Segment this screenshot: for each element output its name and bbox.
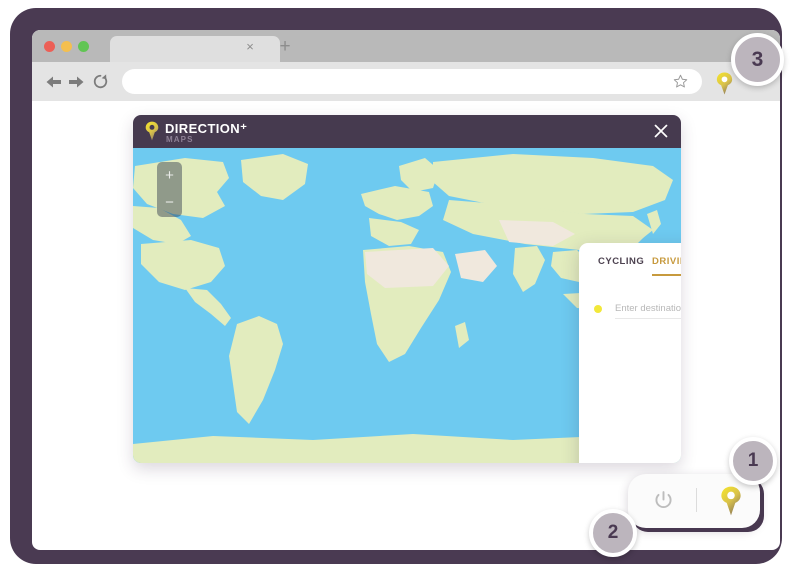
logo-map-pin-icon — [145, 121, 159, 141]
extension-map-pin-icon[interactable] — [716, 72, 733, 95]
tab-close-icon[interactable]: × — [244, 40, 256, 53]
app-logo-subtitle: MAPS — [166, 135, 194, 144]
directions-panel: CYCLING DRIVING WALKING PRINT DIRECTIONS — [579, 243, 681, 463]
app-header: DIRECTION⁺ MAPS — [133, 115, 681, 148]
tab-cycling[interactable]: CYCLING — [598, 256, 644, 274]
destination-input[interactable] — [615, 299, 681, 319]
window-maximize-dot[interactable] — [78, 41, 89, 52]
callout-badge-3: 3 — [731, 33, 784, 86]
directions-list — [579, 328, 681, 463]
widget-map-pin-icon[interactable] — [720, 486, 742, 516]
reload-icon[interactable] — [92, 73, 109, 90]
callout-badge-1: 1 — [729, 437, 777, 485]
browser-tabstrip: × + — [32, 30, 780, 62]
tab-driving[interactable]: DRIVING — [652, 256, 681, 276]
url-input[interactable] — [122, 69, 662, 94]
power-icon[interactable] — [652, 489, 675, 512]
bookmark-star-icon[interactable] — [673, 74, 688, 89]
destination-marker-dot — [594, 305, 602, 313]
browser-window: × + DIRECTION⁺ MAPS + − CYCLING DRIVI En… — [32, 30, 780, 550]
mode-tabs: CYCLING DRIVING WALKING — [579, 256, 681, 282]
map-zoom-out-button[interactable]: − — [157, 189, 182, 216]
app-close-icon[interactable] — [653, 123, 669, 139]
map-zoom-in-button[interactable]: + — [157, 162, 182, 189]
back-arrow-icon[interactable] — [46, 74, 62, 90]
callout-badge-2: 2 — [589, 509, 637, 557]
widget-divider — [696, 488, 697, 512]
window-close-dot[interactable] — [44, 41, 55, 52]
device-frame: × + DIRECTION⁺ MAPS + − CYCLING DRIVI En… — [10, 8, 782, 564]
address-bar[interactable] — [122, 69, 702, 94]
new-tab-icon[interactable]: + — [277, 37, 293, 56]
floating-widget — [628, 474, 760, 528]
window-minimize-dot[interactable] — [61, 41, 72, 52]
forward-arrow-icon[interactable] — [68, 74, 84, 90]
directions-app: DIRECTION⁺ MAPS + − CYCLING DRIVI Enter … — [133, 115, 681, 463]
map-zoom-controls[interactable]: + − — [157, 162, 182, 217]
browser-toolbar — [32, 62, 780, 101]
destination-row — [579, 299, 681, 321]
